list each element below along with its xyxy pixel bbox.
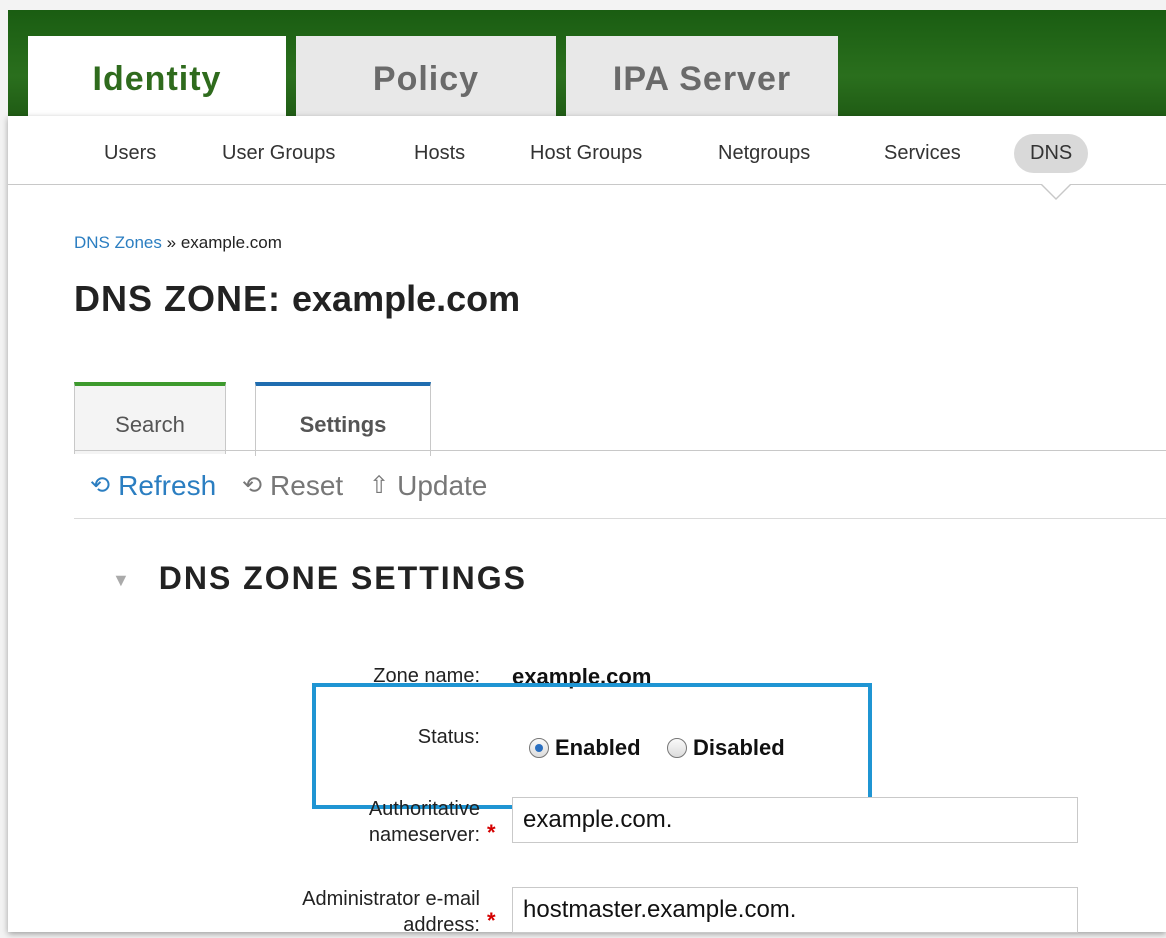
reset-icon: ⟲ [241,472,263,499]
breadcrumb-link-dns-zones[interactable]: DNS Zones [74,233,162,252]
nav-item-dns[interactable]: DNS [1014,134,1089,173]
refresh-button[interactable]: ⟲ Refresh [90,470,216,502]
nameserver-input[interactable]: example.com. [512,797,1078,843]
page-title-object: example.com [292,278,521,319]
nav-item-users[interactable]: Users [104,142,156,165]
tab-search[interactable]: Search [74,382,226,454]
tab-divider [74,450,1166,451]
collapse-arrow-icon[interactable]: ▼ [112,570,132,590]
required-indicator: * [487,908,496,933]
nameserver-label-line1: Authoritative [368,798,480,820]
tab-ipa-server[interactable]: IPA Server [566,36,838,116]
nav-item-hosts[interactable]: Hosts [414,142,465,165]
highlight-box [312,683,872,809]
toolbar: ⟲ Refresh ⟲ Reset ⇧ Update [90,468,505,502]
nav-item-netgroups[interactable]: Netgroups [718,142,810,165]
tab-policy[interactable]: Policy [296,36,556,116]
breadcrumb-separator: » [166,233,177,252]
update-icon: ⇧ [368,472,390,499]
reset-label: Reset [270,469,344,501]
admin-email-label: Administrator e-mail address: [250,886,480,938]
page-title: DNS ZONE: example.com [74,278,520,320]
toolbar-divider [74,518,1166,519]
nameserver-label: Authoritative nameserver: [290,796,480,848]
admin-email-label-line2: address: [403,914,480,936]
nav-item-user-groups[interactable]: User Groups [222,142,335,165]
admin-email-input[interactable]: hostmaster.example.com. [512,887,1078,933]
nav-item-host-groups[interactable]: Host Groups [530,142,642,165]
tab-settings[interactable]: Settings [255,382,431,456]
update-label: Update [397,469,488,501]
nameserver-label-line2: nameserver: [368,824,480,846]
section-title: DNS ZONE SETTINGS [158,560,527,596]
update-button[interactable]: ⇧ Update [369,470,487,502]
section-header[interactable]: ▼ DNS ZONE SETTINGS [112,560,527,597]
required-indicator: * [487,820,496,845]
tab-identity[interactable]: Identity [28,36,286,116]
page-title-prefix: DNS ZONE: [74,278,281,319]
nav-item-services[interactable]: Services [884,142,961,165]
active-nav-indicator [1040,183,1072,200]
sub-navigation: Users User Groups Hosts Host Groups Netg… [8,120,1166,185]
refresh-label: Refresh [118,469,217,501]
admin-email-label-line1: Administrator e-mail [302,888,480,910]
breadcrumb: DNS Zones » example.com [74,233,282,253]
reset-button[interactable]: ⟲ Reset [242,470,343,502]
refresh-icon: ⟲ [90,472,111,499]
breadcrumb-current: example.com [180,233,282,252]
